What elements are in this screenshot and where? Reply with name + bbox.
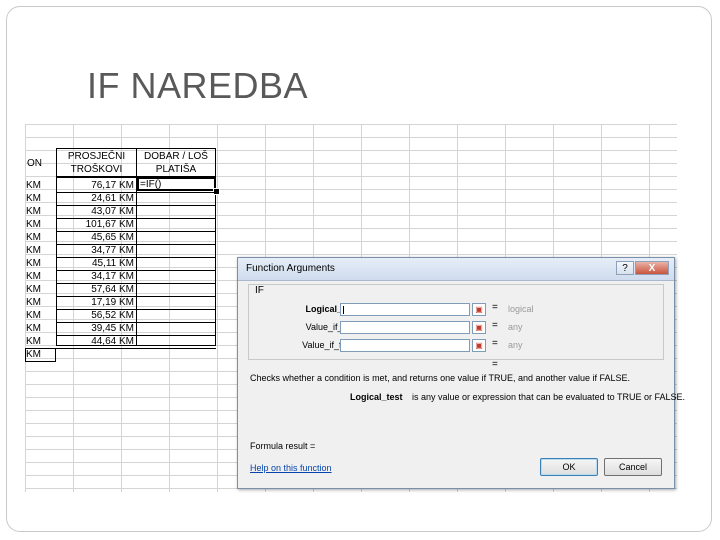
cell-unit[interactable]: KM — [25, 193, 55, 205]
function-arguments-dialog: Function Arguments ? X IF Logical_test ▣ =… — [237, 257, 685, 489]
cell-average-cost[interactable]: 76,17 KM — [56, 180, 136, 192]
arg-equals: = — [492, 320, 498, 331]
cell-average-cost[interactable]: 39,45 KM — [56, 323, 136, 335]
header-b-line2: TROŠKOVI — [70, 164, 123, 175]
formula-result: Formula result = — [250, 441, 316, 451]
cell-average-cost[interactable]: 56,52 KM — [56, 310, 136, 322]
close-button[interactable]: X — [635, 261, 669, 275]
cell-average-cost[interactable]: 17,19 KM — [56, 297, 136, 309]
cell-average-cost[interactable]: 45,65 KM — [56, 232, 136, 244]
arg-equals: = — [492, 302, 498, 313]
function-name: IF — [253, 285, 266, 296]
cell-unit[interactable]: KM — [25, 323, 55, 335]
data-region-c — [136, 177, 216, 346]
text-caret — [343, 306, 344, 314]
arg-description-text: is any value or expression that can be e… — [412, 392, 685, 402]
slide-title: IF NAREDBA — [87, 65, 309, 106]
collapse-dialog-icon[interactable]: ▣ — [472, 321, 486, 334]
cell-unit[interactable]: KM — [25, 206, 55, 218]
arg-equals: = — [492, 338, 498, 349]
cell-unit[interactable]: KM — [25, 258, 55, 270]
cell-unit[interactable]: KM — [25, 245, 55, 257]
arg-result: any — [508, 340, 523, 350]
header-c-line2: PLATIŠA — [155, 164, 197, 175]
dialog-titlebar[interactable]: Function Arguments ? X — [238, 258, 674, 281]
active-cell[interactable]: =IF() — [137, 177, 216, 191]
cell-average-cost[interactable]: 45,11 KM — [56, 258, 136, 270]
row-border — [56, 348, 216, 349]
help-on-function-link[interactable]: Help on this function — [250, 463, 332, 473]
help-button[interactable]: ? — [616, 261, 634, 275]
arg-result: logical — [508, 304, 534, 314]
cell-average-cost[interactable]: 43,07 KM — [56, 206, 136, 218]
cell-average-cost[interactable]: 101,67 KM — [56, 219, 136, 231]
cancel-button[interactable]: Cancel — [604, 458, 662, 476]
selected-unit-cell[interactable] — [25, 348, 56, 362]
cell-unit[interactable]: KM — [25, 336, 55, 348]
active-cell-formula: =IF() — [140, 179, 162, 190]
slide: IF NAREDBA ON PROSJEČNI TROŠKOVI DOBAR /… — [6, 6, 712, 532]
arg-result: any — [508, 322, 523, 332]
header-b-line1: PROSJEČNI — [67, 151, 126, 162]
collapse-dialog-icon[interactable]: ▣ — [472, 339, 486, 352]
result-equals: = — [492, 359, 498, 370]
cell-unit[interactable]: KM — [25, 219, 55, 231]
cell-unit[interactable]: KM — [25, 297, 55, 309]
collapse-dialog-icon[interactable]: ▣ — [472, 303, 486, 316]
ok-button[interactable]: OK — [540, 458, 598, 476]
cell-unit[interactable]: KM — [25, 310, 55, 322]
arg-input[interactable] — [340, 339, 470, 352]
arg-description-name: Logical_test — [350, 392, 403, 402]
cell-average-cost[interactable]: 34,17 KM — [56, 271, 136, 283]
arg-input[interactable] — [340, 303, 470, 316]
cell-unit[interactable]: KM — [25, 271, 55, 283]
cell-unit[interactable]: KM — [25, 284, 55, 296]
cell-unit[interactable]: KM — [25, 180, 55, 192]
dialog-title: Function Arguments — [246, 263, 335, 274]
cell-unit[interactable]: KM — [25, 232, 55, 244]
function-description: Checks whether a condition is met, and r… — [250, 373, 631, 383]
arg-input[interactable] — [340, 321, 470, 334]
cell-average-cost[interactable]: 34,77 KM — [56, 245, 136, 257]
cell-average-cost[interactable]: 44,64 KM — [56, 336, 136, 348]
cell-average-cost[interactable]: 24,61 KM — [56, 193, 136, 205]
header-c-line1: DOBAR / LOŠ — [144, 151, 208, 162]
cell-average-cost[interactable]: 57,64 KM — [56, 284, 136, 296]
header-col-a: ON — [27, 158, 42, 169]
